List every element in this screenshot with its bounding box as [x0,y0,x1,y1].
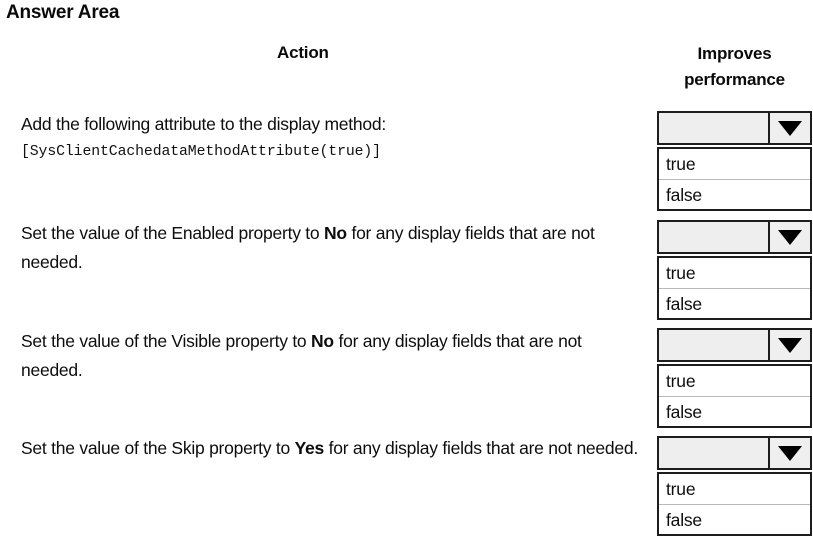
action-row-1-text-before: Add the following attribute to the displ… [21,114,386,134]
dropdown-1-option-true[interactable]: true [659,149,810,179]
dropdown-1-selected-value[interactable] [659,113,768,143]
dropdown-2-combobox[interactable] [657,220,812,254]
dropdown-4-option-list: true false [657,472,812,536]
action-row-4-text: Set the value of the Skip property to Ye… [21,434,646,463]
action-row-4-text-after: for any display fields that are not need… [324,438,639,458]
column-header-action: Action [277,43,329,62]
dropdown-group-4: true false [657,436,812,536]
dropdown-3-option-false[interactable]: false [659,396,810,426]
dropdown-2-option-true[interactable]: true [659,258,810,288]
dropdown-4-option-true[interactable]: true [659,474,810,504]
dropdown-1-combobox[interactable] [657,111,812,145]
dropdown-group-1: true false [657,111,812,211]
dropdown-2-option-false[interactable]: false [659,288,810,318]
dropdown-2-option-list: true false [657,256,812,320]
dropdown-4-selected-value[interactable] [659,438,768,468]
action-row-2-text: Set the value of the Enabled property to… [21,219,646,277]
column-header-improves-line2: performance [684,70,785,89]
action-row-3-text-before: Set the value of the Visible property to [21,331,312,351]
action-row-1-code: [SysClientCachedataMethodAttribute(true)… [21,144,381,160]
chevron-down-icon [778,229,802,245]
dropdown-group-2: true false [657,220,812,320]
dropdown-4-combobox[interactable] [657,436,812,470]
action-row-2-text-before: Set the value of the Enabled property to [21,223,325,243]
dropdown-3-toggle-button[interactable] [768,330,810,360]
dropdown-4-option-false[interactable]: false [659,504,810,534]
page-title: Answer Area [6,2,120,23]
dropdown-3-selected-value[interactable] [659,330,768,360]
chevron-down-icon [778,120,802,136]
action-row-4-text-before: Set the value of the Skip property to [21,438,295,458]
column-header-improves-line1: Improves [697,44,772,63]
action-row-4-bold: Yes [294,438,325,458]
chevron-down-icon [778,337,802,353]
dropdown-group-3: true false [657,328,812,428]
action-row-3-bold: No [311,331,334,351]
dropdown-2-toggle-button[interactable] [768,222,810,252]
chevron-down-icon [778,445,802,461]
column-header-improves-performance: Improves performance [657,41,812,93]
dropdown-1-option-false[interactable]: false [659,179,810,209]
action-row-2-bold: No [324,223,347,243]
dropdown-2-selected-value[interactable] [659,222,768,252]
dropdown-3-combobox[interactable] [657,328,812,362]
dropdown-1-option-list: true false [657,147,812,211]
action-row-3-text: Set the value of the Visible property to… [21,327,646,385]
dropdown-4-toggle-button[interactable] [768,438,810,468]
dropdown-3-option-list: true false [657,364,812,428]
dropdown-1-toggle-button[interactable] [768,113,810,143]
dropdown-3-option-true[interactable]: true [659,366,810,396]
action-row-1-text: Add the following attribute to the displ… [21,110,646,166]
